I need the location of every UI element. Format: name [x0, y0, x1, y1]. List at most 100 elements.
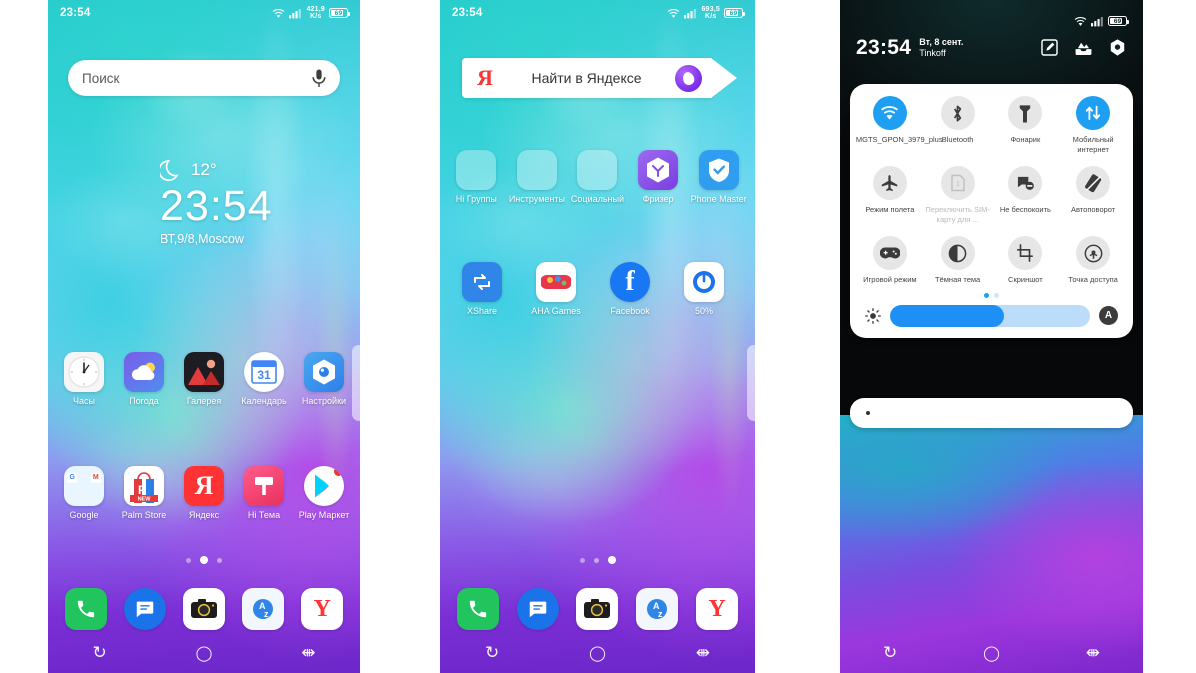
- home-icon[interactable]: ◯: [196, 644, 213, 662]
- app-calendar[interactable]: 31 Календарь: [236, 352, 292, 407]
- app-phone-master[interactable]: Phone Master: [691, 150, 747, 205]
- smart-sidebar-handle[interactable]: [747, 345, 755, 421]
- az-translate-icon[interactable]: Az: [636, 588, 679, 630]
- qs-tile-bluetooth[interactable]: Bluetooth: [924, 96, 992, 154]
- page-dot-search[interactable]: [186, 557, 191, 563]
- google-folder-icon: G M: [64, 466, 104, 506]
- app-clock[interactable]: Часы: [56, 352, 112, 407]
- page-dot-active[interactable]: [607, 556, 616, 564]
- qs-tile-hotspot[interactable]: Точка доступа: [1059, 236, 1127, 285]
- yandex-browser-icon[interactable]: Y: [301, 588, 344, 630]
- play-store-icon: [304, 466, 344, 506]
- app-facebook[interactable]: f Facebook: [602, 262, 658, 317]
- qs-tile-flashlight[interactable]: Фонарик: [992, 96, 1060, 154]
- yandex-search-placeholder[interactable]: Найти в Яндексе: [498, 70, 675, 86]
- qs-label: Тёмная тема: [935, 275, 981, 284]
- qs-label: Точка доступа: [1068, 275, 1118, 284]
- page-dot-search[interactable]: [579, 557, 585, 563]
- camera-icon[interactable]: [182, 588, 225, 630]
- notification-dot-icon: [866, 411, 870, 415]
- alice-assistant-icon[interactable]: [675, 64, 702, 92]
- recents-icon[interactable]: ↻: [883, 643, 897, 663]
- qs-tile-sim-switch[interactable]: 1 Переключить SIM-карту для ...: [924, 166, 992, 224]
- app-settings[interactable]: Настройки: [296, 352, 352, 407]
- app-battery-saver[interactable]: 50%: [676, 262, 732, 317]
- page-dot[interactable]: [593, 557, 599, 563]
- page-dot-active[interactable]: [200, 556, 208, 564]
- back-icon[interactable]: ⇼: [1086, 643, 1100, 663]
- camera-icon[interactable]: [576, 588, 619, 630]
- folder-tools[interactable]: Инструменты: [509, 150, 565, 205]
- messages-icon[interactable]: [123, 588, 166, 630]
- app-freezer[interactable]: Фризер: [630, 150, 686, 205]
- qs-tile-dark-theme[interactable]: Тёмная тема: [924, 236, 992, 285]
- phone-dialer-icon[interactable]: [64, 588, 107, 630]
- search-bar[interactable]: Поиск: [68, 60, 340, 96]
- qs-tile-airplane[interactable]: Режим полета: [856, 166, 924, 224]
- home-icon[interactable]: ◯: [589, 644, 606, 662]
- app-play-store[interactable]: Play Маркет: [296, 466, 352, 521]
- edit-icon[interactable]: [1040, 38, 1059, 57]
- app-gallery[interactable]: Галерея: [176, 352, 232, 407]
- microphone-icon[interactable]: [312, 69, 326, 88]
- widget-temperature: 12°: [191, 160, 217, 179]
- app-folder-google[interactable]: G M Google: [56, 466, 112, 521]
- svg-text:NEW: NEW: [138, 497, 152, 503]
- notification-placeholder-card[interactable]: [850, 398, 1133, 428]
- smart-sidebar-handle[interactable]: [352, 345, 360, 421]
- app-label: AHA Games: [531, 306, 581, 316]
- qs-tile-game-mode[interactable]: Игровой режим: [856, 236, 924, 285]
- app-label: Часы: [73, 396, 95, 406]
- app-hi-theme[interactable]: Hi Тема: [236, 466, 292, 521]
- az-translate-icon[interactable]: Az: [242, 588, 285, 630]
- brightness-slider[interactable]: [890, 304, 1090, 327]
- hi-groups-folder-icon: [456, 150, 497, 190]
- back-icon[interactable]: ⇼: [301, 643, 315, 663]
- qs-label: Мобильный интернет: [1072, 135, 1114, 154]
- yandex-search-widget[interactable]: Я Найти в Яндексе: [462, 58, 737, 98]
- search-input-placeholder[interactable]: Поиск: [82, 71, 312, 86]
- app-palm-store[interactable]: P NEW Palm Store: [116, 466, 172, 521]
- shade-meta: Вт, 8 сент. Tinkoff: [919, 37, 963, 59]
- yandex-browser-icon[interactable]: Y: [696, 588, 739, 630]
- app-yandex[interactable]: Я Яндекс: [176, 466, 232, 521]
- qs-tile-auto-rotate[interactable]: Автоповорот: [1059, 166, 1127, 224]
- phone-dialer-icon[interactable]: [456, 588, 499, 630]
- phone-screen-home-2: 23:54 693,5 K/s 69 Я Найти в Яндексе Hi …: [440, 0, 755, 673]
- qs-tile-dnd[interactable]: Не беспокоить: [992, 166, 1060, 224]
- svg-text:P: P: [138, 483, 146, 497]
- wifi-icon: [273, 8, 285, 18]
- qs-tile-screenshot[interactable]: Скриншот: [992, 236, 1060, 285]
- folder-social[interactable]: Социальный: [569, 150, 625, 205]
- page-dot[interactable]: [217, 557, 222, 563]
- qs-label: Скриншот: [1008, 275, 1043, 284]
- settings-gear-icon[interactable]: [1108, 38, 1127, 57]
- qs-label: Фонарик: [1010, 135, 1041, 144]
- app-label: Hi Тема: [247, 510, 281, 520]
- qs-page-dot[interactable]: [994, 292, 999, 298]
- recents-icon[interactable]: ↻: [92, 643, 106, 663]
- folder-hi-groups[interactable]: Hi Группы: [448, 150, 504, 205]
- qs-tile-mobile-data[interactable]: Мобильный интернет: [1059, 96, 1127, 154]
- clock-weather-widget[interactable]: 12° 23:54 ВТ,9/8,Moscow: [160, 158, 273, 246]
- svg-text:z: z: [658, 609, 663, 619]
- flashlight-icon: [1008, 96, 1043, 130]
- auto-brightness-button[interactable]: A: [1099, 306, 1118, 325]
- recents-icon[interactable]: ↻: [485, 643, 499, 663]
- home-icon[interactable]: ◯: [983, 644, 1000, 662]
- qs-tile-wifi[interactable]: MGTS_GPON_3979_plus: [856, 96, 943, 154]
- phone-screen-home-1: 23:54 421,9 K/s 69 Поиск 12° 23:54 ВТ,9/…: [48, 0, 360, 673]
- app-label: Календарь: [241, 396, 287, 406]
- messages-icon[interactable]: [516, 588, 559, 630]
- navigation-bar: ↻ ◯ ⇼: [440, 633, 755, 673]
- qs-label: Переключить SIM-карту для ...: [925, 205, 990, 224]
- qs-page-dot-active[interactable]: [984, 292, 989, 298]
- back-icon[interactable]: ⇼: [696, 643, 710, 663]
- app-aha-games[interactable]: AHA Games: [528, 262, 584, 317]
- app-xshare[interactable]: XShare: [454, 262, 510, 317]
- app-label: Facebook: [610, 306, 650, 316]
- freezer-app-icon: [638, 150, 679, 190]
- app-label: Галерея: [186, 396, 222, 406]
- app-weather[interactable]: Погода: [116, 352, 172, 407]
- gallery-inbox-icon[interactable]: [1074, 38, 1093, 57]
